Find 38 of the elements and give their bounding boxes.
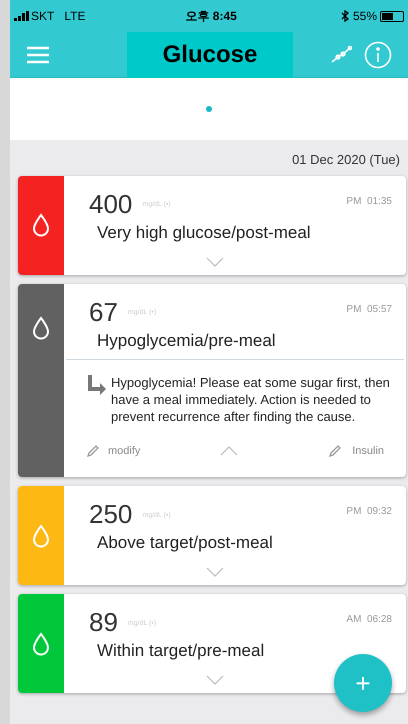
time-label: PM 09:32 (346, 505, 392, 519)
time-label: PM 05:57 (346, 302, 392, 316)
reading-label: Within target/pre-meal (96, 640, 266, 662)
battery-icon (380, 10, 404, 22)
glucose-value: 67 (89, 296, 118, 326)
glucose-value: 250 (89, 499, 132, 529)
pencil-icon (86, 444, 100, 458)
reading-label: Hypoglycemia/pre-meal (96, 330, 277, 352)
network-label: LTE (64, 8, 86, 25)
drop-icon (32, 632, 50, 656)
pencil-icon (328, 444, 342, 458)
drop-icon (32, 213, 50, 237)
clock-label: 오후 8:45 (185, 8, 237, 25)
chevron-down-icon[interactable] (206, 675, 224, 685)
date-label: 01 Dec 2020 (Tue) (292, 151, 400, 169)
carrier-label: SKT (31, 8, 54, 25)
chevron-down-icon[interactable] (206, 256, 224, 266)
info-icon[interactable] (364, 40, 392, 68)
modify-link[interactable]: modify (108, 442, 140, 459)
menu-icon[interactable] (26, 46, 50, 64)
glucose-value: 89 (89, 607, 118, 637)
screen-title: Glucose (126, 32, 294, 78)
chart-icon[interactable] (330, 46, 352, 64)
signal-icon (14, 11, 30, 21)
time-label: PM 01:35 (346, 194, 392, 208)
reading-label: Above target/post-meal (96, 532, 274, 554)
advice-text: Hypoglycemia! Please eat some sugar first, then have a meal immediately. Action is needed to prevent recurrence after finding the cause. (111, 374, 390, 424)
time-label: AM 06:28 (346, 613, 392, 627)
drop-icon (32, 524, 50, 548)
reading-label: Very high glucose/post-meal (96, 222, 312, 244)
drop-icon (32, 316, 50, 340)
chevron-down-icon[interactable] (206, 567, 224, 577)
chevron-up-icon[interactable] (220, 446, 238, 456)
arrow-icon (86, 374, 108, 396)
insulin-link[interactable]: Insulin (352, 442, 384, 459)
battery-label: 55% (352, 8, 377, 25)
bluetooth-icon (340, 10, 349, 22)
glucose-value: 400 (89, 188, 132, 218)
